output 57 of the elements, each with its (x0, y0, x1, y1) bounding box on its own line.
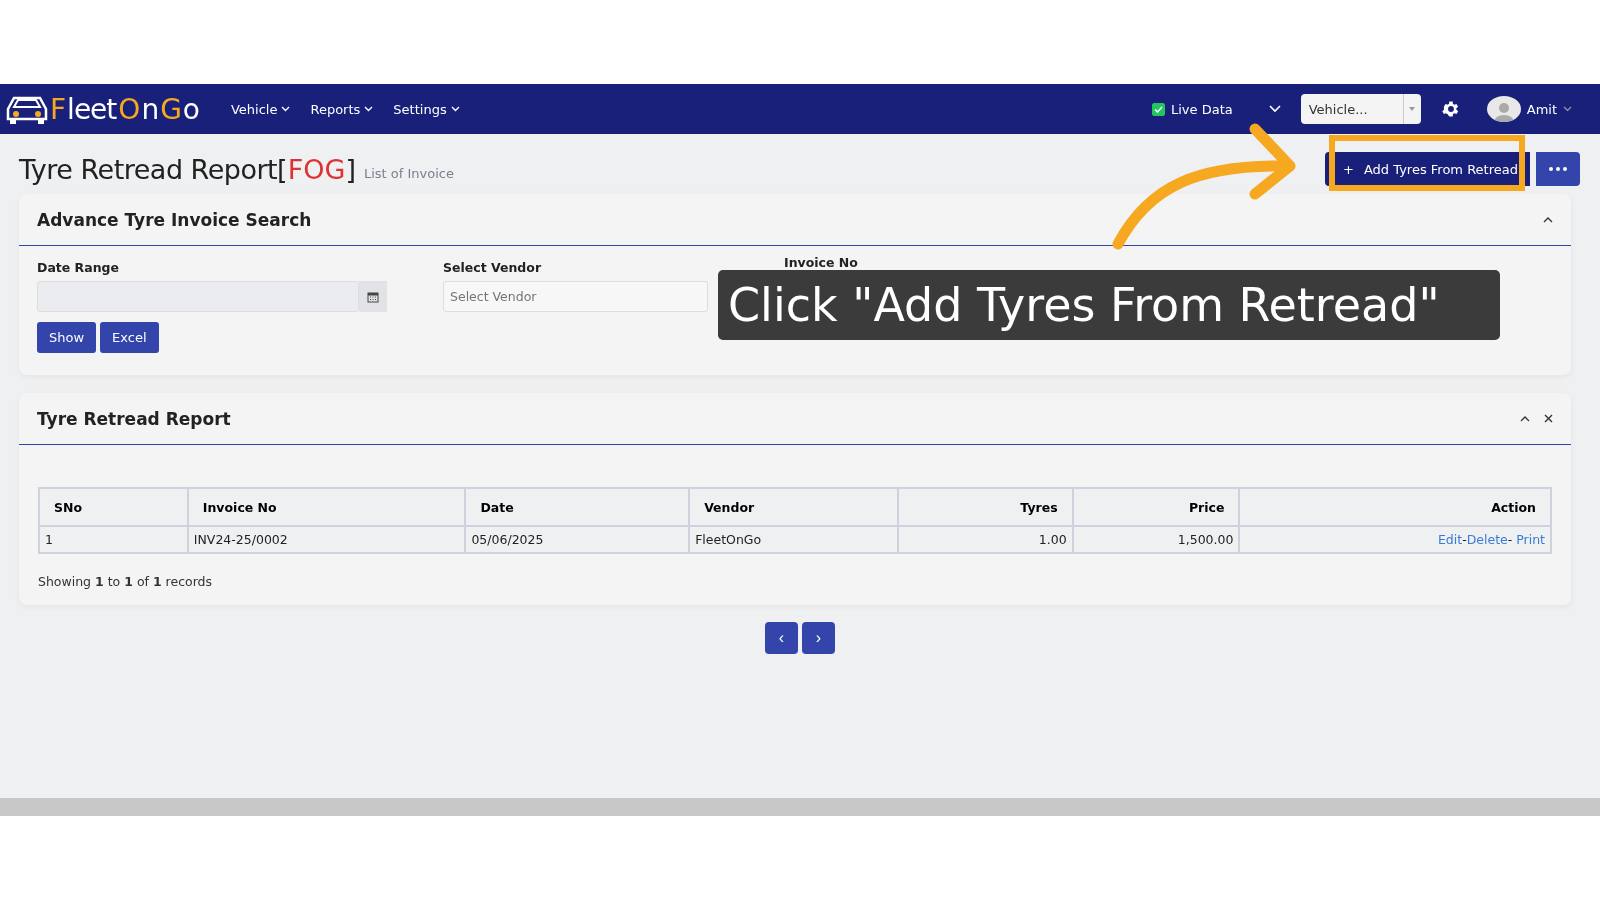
chevron-down-icon (1563, 106, 1572, 112)
avatar-icon (1486, 96, 1521, 122)
column-header: Price (1072, 488, 1240, 526)
row-action-link[interactable]: Print (1516, 532, 1545, 547)
page-subtitle: List of Invoice (363, 165, 454, 181)
nav-menu[interactable]: Vehicle (220, 101, 301, 117)
table-cell: 1.00 (897, 526, 1073, 553)
table-cell: 1 (39, 526, 188, 553)
calendar-button[interactable] (359, 281, 387, 312)
settings-icon[interactable] (1440, 99, 1461, 119)
action-button[interactable]: Excel (100, 322, 159, 353)
separator-text: - (1507, 532, 1514, 547)
table-cell: FleetOnGo (689, 526, 898, 553)
action-button[interactable]: Show (37, 322, 97, 353)
panel-title: Tyre Retread Report (37, 408, 232, 429)
column-header: Tyres (897, 488, 1073, 526)
chevron-down-icon (281, 106, 291, 112)
live-data-label: Live Data (1171, 101, 1233, 117)
calendar-icon (367, 290, 379, 303)
row-action-link[interactable]: Edit (1437, 532, 1463, 547)
collapse-button[interactable] (1543, 216, 1553, 223)
column-header: Date (465, 488, 690, 526)
nav-menu[interactable]: Reports (300, 101, 384, 117)
user-menu[interactable]: Amit (1480, 95, 1578, 123)
field-label: Select Vendor (443, 260, 543, 275)
collapse-button[interactable] (1520, 415, 1530, 422)
field-label: Date Range (37, 260, 120, 275)
close-icon[interactable] (1544, 414, 1553, 423)
chevron-down-icon (450, 106, 460, 112)
panel-title: Advance Tyre Invoice Search (37, 209, 313, 230)
vendor-select[interactable]: Select Vendor (443, 281, 708, 312)
company-code: [FOG] (277, 153, 356, 185)
next-page-button[interactable]: › (802, 622, 835, 654)
instruction-callout: Click "Add Tyres From Retread" (718, 270, 1500, 340)
caret-icon (1409, 107, 1416, 111)
vehicle-select[interactable]: Vehicle... (1300, 94, 1421, 124)
field-label: Invoice No (784, 255, 859, 270)
table-cell: 05/06/2025 (465, 526, 690, 553)
chevron-down-icon (364, 106, 374, 112)
row-action-link[interactable]: Delete (1466, 532, 1508, 547)
chevron-down-icon[interactable] (1268, 105, 1281, 113)
separator-text: - (1462, 532, 1467, 547)
horizontal-scrollbar[interactable] (0, 798, 1600, 816)
column-header: Vendor (689, 488, 898, 526)
live-data-checkbox[interactable] (1152, 102, 1165, 116)
logo-text[interactable]: FleetOnGo (50, 92, 199, 126)
column-header: SNo (39, 488, 188, 526)
nav-menu[interactable]: Settings (383, 101, 470, 117)
table-cell: INV24-25/0002 (187, 526, 466, 553)
column-header: Invoice No (187, 488, 466, 526)
previous-page-button[interactable]: ‹ (765, 622, 798, 654)
table-cell: 1,500.00 (1072, 526, 1240, 553)
column-header: Action (1239, 488, 1551, 526)
more-button[interactable] (1536, 152, 1580, 186)
add-tyres-button[interactable]: + Add Tyres From Retread (1325, 152, 1530, 186)
records-summary: Showing 1 to 1 of 1 records (38, 574, 214, 589)
page-title: Tyre Retread Report (19, 153, 278, 185)
